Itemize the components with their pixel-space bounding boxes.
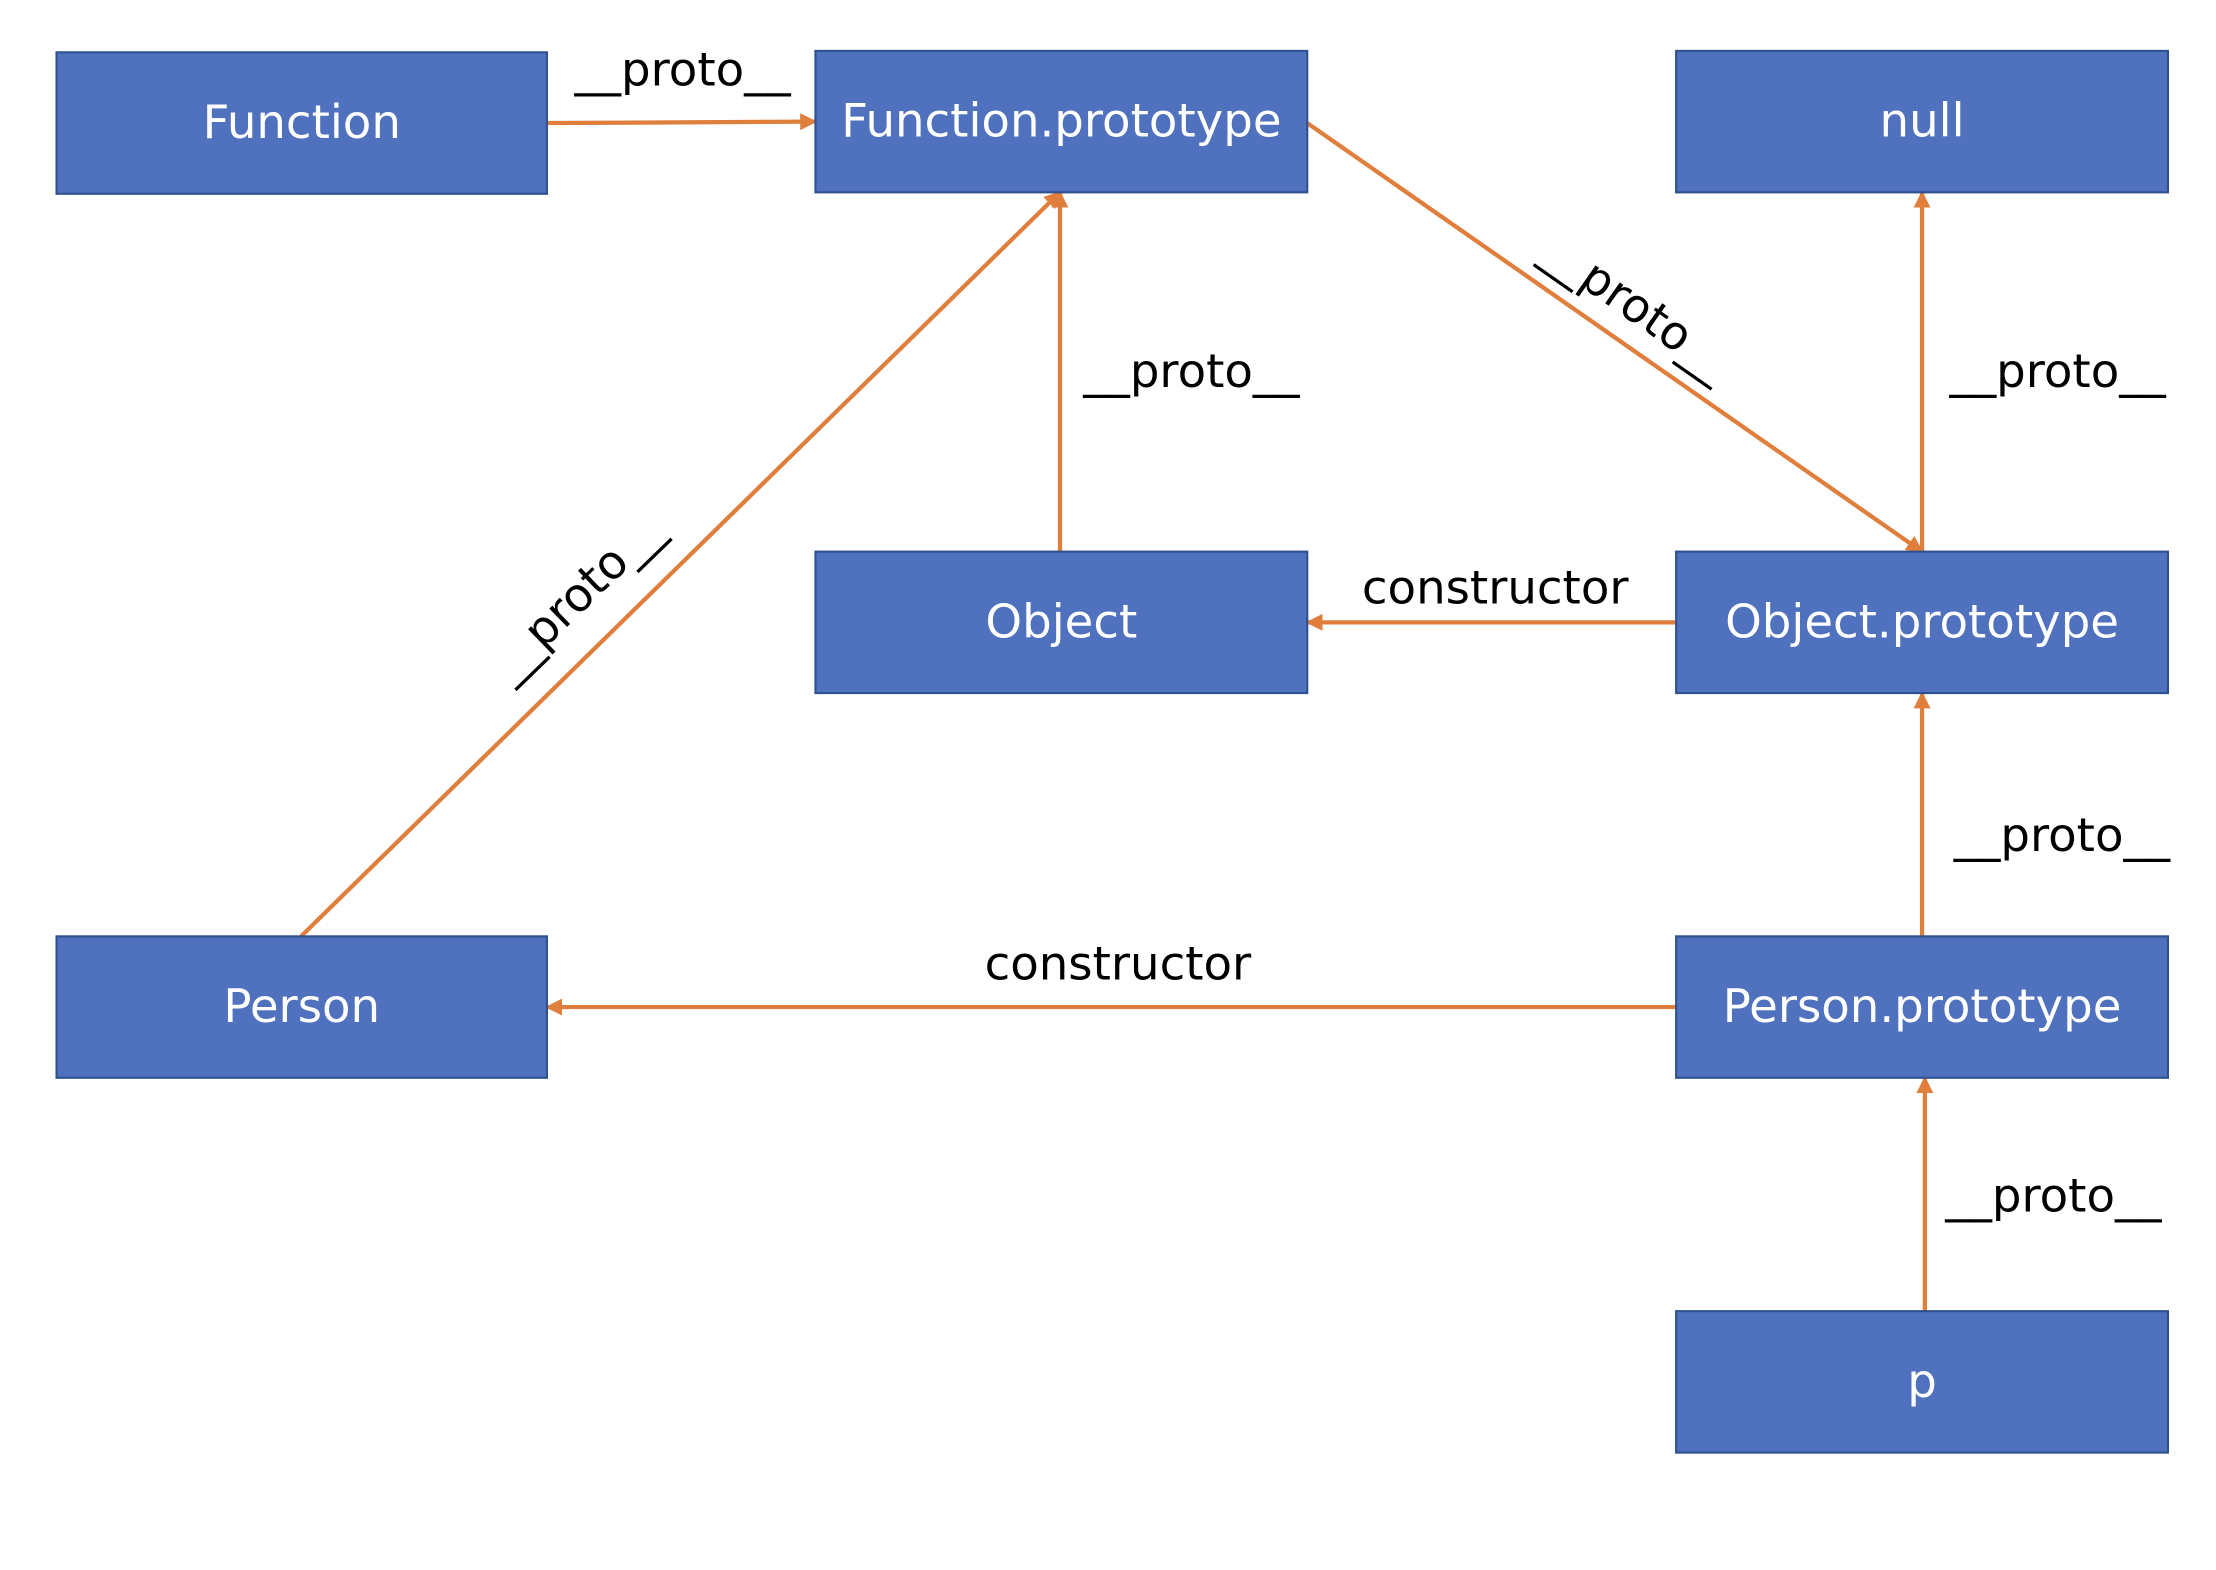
edge-person-prototype-to-object-prototype: __proto__ — [1913, 691, 2171, 937]
node-person: Person — [55, 935, 548, 1079]
edge-label: constructor — [985, 938, 1252, 992]
edge-label: __proto__ — [1532, 222, 1742, 391]
edge-object-prototype-to-null: __proto__ — [1913, 190, 2167, 552]
edge-object-prototype-to-object: constructor — [1305, 561, 1677, 631]
node-label: Person.prototype — [1723, 980, 2122, 1034]
arrow — [546, 113, 818, 131]
edge-person-prototype-to-person: constructor — [545, 938, 1677, 1016]
node-label: Function.prototype — [841, 95, 1281, 149]
edge-label: __proto__ — [573, 44, 791, 98]
prototype-chain-diagram: __proto__ __proto__ __proto__ __proto__ __pr… — [55, 44, 2171, 1454]
node-label: null — [1880, 95, 1965, 149]
node-label: p — [1907, 1355, 1937, 1409]
node-person-prototype: Person.prototype — [1675, 935, 2170, 1079]
node-label: Object — [985, 595, 1137, 649]
node-label: Object.prototype — [1725, 595, 2119, 649]
edge-label: __proto__ — [1949, 345, 2167, 399]
edge-object-to-function-prototype: __proto__ — [1051, 190, 1300, 552]
edge-label: constructor — [1362, 561, 1629, 615]
node-label: Person — [223, 980, 380, 1034]
node-object-prototype: Object.prototype — [1675, 550, 2170, 695]
node-null: null — [1675, 49, 2170, 194]
edge-label: __proto__ — [1944, 1170, 2162, 1224]
node-label: Function — [203, 96, 401, 150]
edge-label: __proto__ — [1082, 345, 1300, 399]
node-function: Function — [55, 51, 548, 195]
edge-label: __proto__ — [1953, 809, 2171, 863]
node-function-prototype: Function.prototype — [814, 49, 1309, 194]
node-object: Object — [814, 550, 1309, 695]
node-p: p — [1675, 1310, 2170, 1454]
edge-p-to-person-prototype: __proto__ — [1916, 1076, 2162, 1312]
edge-function-to-function-prototype: __proto__ — [546, 44, 818, 131]
